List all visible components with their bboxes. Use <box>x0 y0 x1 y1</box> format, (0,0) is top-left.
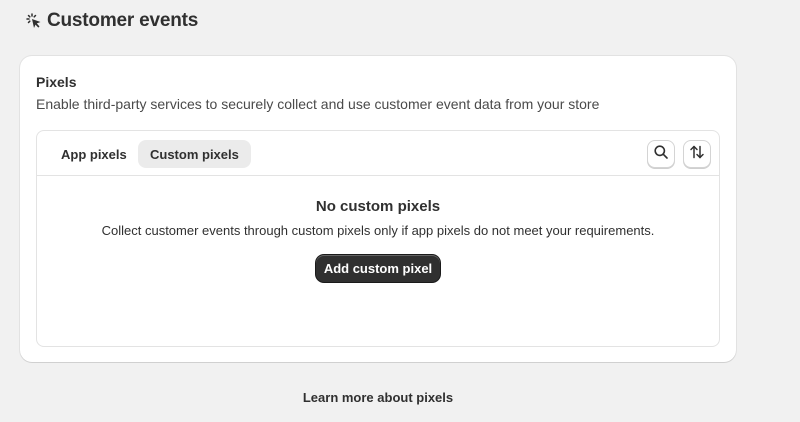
tabs-bar: App pixels Custom pixels <box>37 131 719 176</box>
tab-app-pixels[interactable]: App pixels <box>49 140 139 168</box>
search-icon <box>653 144 669 165</box>
learn-more-link[interactable]: Learn more about pixels <box>0 390 756 405</box>
card-description: Enable third-party services to securely … <box>36 96 600 112</box>
tab-custom-pixels[interactable]: Custom pixels <box>138 140 251 168</box>
sort-icon <box>689 144 705 165</box>
cursor-click-icon <box>26 13 42 29</box>
page-title: Customer events <box>47 10 199 31</box>
page-header: Customer events <box>26 10 198 32</box>
search-button[interactable] <box>647 140 675 168</box>
sort-button[interactable] <box>683 140 711 168</box>
empty-state-title: No custom pixels <box>315 198 441 215</box>
add-custom-pixel-button[interactable]: Add custom pixel <box>316 255 440 282</box>
pixels-panel: App pixels Custom pixels No custom pixel… <box>36 130 720 347</box>
empty-state-description: Collect customer events through custom p… <box>101 223 655 238</box>
pixels-card: Pixels Enable third-party services to se… <box>20 56 736 362</box>
card-title: Pixels <box>36 74 77 90</box>
